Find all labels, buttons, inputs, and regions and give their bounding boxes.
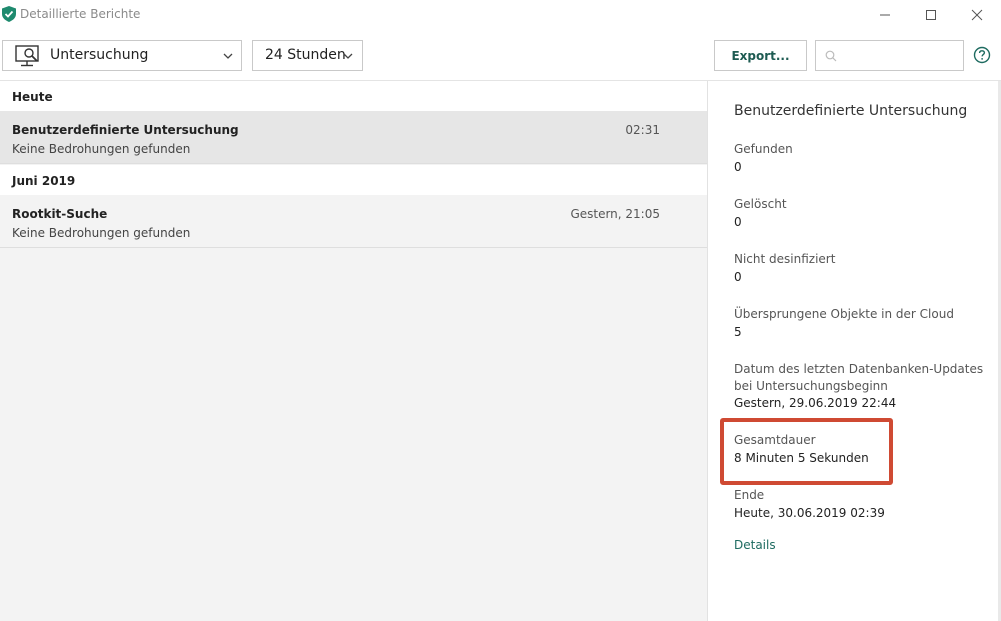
- title-bar: Detaillierte Berichte: [0, 0, 1001, 30]
- shield-icon: [2, 6, 16, 22]
- group-header-june-2019: Juni 2019: [0, 165, 707, 195]
- search-input[interactable]: [842, 46, 960, 66]
- report-item-rootkit-scan[interactable]: Rootkit-Suche Gestern, 21:05 Keine Bedro…: [0, 195, 707, 248]
- field-label-end: Ende: [734, 488, 765, 502]
- field-label-skipped-cloud: Übersprungene Objekte in der Cloud: [734, 307, 954, 321]
- field-value-last-db-update: Gestern, 29.06.2019 22:44: [734, 396, 897, 410]
- details-title: Benutzerdefinierte Untersuchung: [734, 103, 968, 119]
- report-list: Heute Benutzerdefinierte Untersuchung 02…: [0, 81, 707, 621]
- close-button[interactable]: [954, 0, 1000, 30]
- field-value-found: 0: [734, 160, 742, 174]
- details-panel: Benutzerdefinierte Untersuchung Gefunden…: [707, 81, 1001, 621]
- highlight-annotation-box: [720, 418, 893, 485]
- time-range-dropdown[interactable]: 24 Stunden: [252, 40, 363, 71]
- chevron-down-icon: [343, 53, 353, 59]
- close-icon: [971, 9, 983, 21]
- minimize-icon: [880, 14, 890, 16]
- field-label-deleted: Gelöscht: [734, 197, 787, 211]
- chevron-down-icon: [223, 53, 233, 59]
- field-value-skipped-cloud: 5: [734, 325, 742, 339]
- field-label-not-disinfected: Nicht desinfiziert: [734, 252, 836, 266]
- report-item-time: 02:31: [625, 123, 660, 137]
- maximize-icon: [926, 10, 936, 20]
- maximize-button[interactable]: [908, 0, 954, 30]
- time-range-label: 24 Stunden: [265, 47, 346, 63]
- report-item-title: Rootkit-Suche: [12, 207, 108, 221]
- export-button[interactable]: Export...: [714, 40, 807, 71]
- search-icon: [825, 50, 837, 62]
- report-item-subtitle: Keine Bedrohungen gefunden: [12, 142, 191, 156]
- search-box[interactable]: [815, 40, 964, 71]
- minimize-button[interactable]: [862, 0, 908, 30]
- field-value-deleted: 0: [734, 215, 742, 229]
- report-item-time: Gestern, 21:05: [570, 207, 660, 221]
- scan-type-label: Untersuchung: [50, 47, 149, 63]
- report-item-custom-scan[interactable]: Benutzerdefinierte Untersuchung 02:31 Ke…: [0, 111, 707, 164]
- scan-type-dropdown[interactable]: Untersuchung: [2, 40, 242, 71]
- group-header-today: Heute: [0, 81, 707, 111]
- field-value-end: Heute, 30.06.2019 02:39: [734, 506, 885, 520]
- field-label-last-db-update: Datum des letzten Datenbanken-Updates be…: [734, 362, 984, 393]
- help-circle-icon[interactable]: [973, 46, 991, 64]
- monitor-scan-icon: [15, 45, 39, 67]
- report-item-title: Benutzerdefinierte Untersuchung: [12, 123, 239, 137]
- details-link[interactable]: Details: [734, 538, 776, 552]
- field-value-not-disinfected: 0: [734, 270, 742, 284]
- field-label-found: Gefunden: [734, 142, 793, 156]
- window-title: Detaillierte Berichte: [20, 7, 141, 21]
- report-item-subtitle: Keine Bedrohungen gefunden: [12, 226, 191, 240]
